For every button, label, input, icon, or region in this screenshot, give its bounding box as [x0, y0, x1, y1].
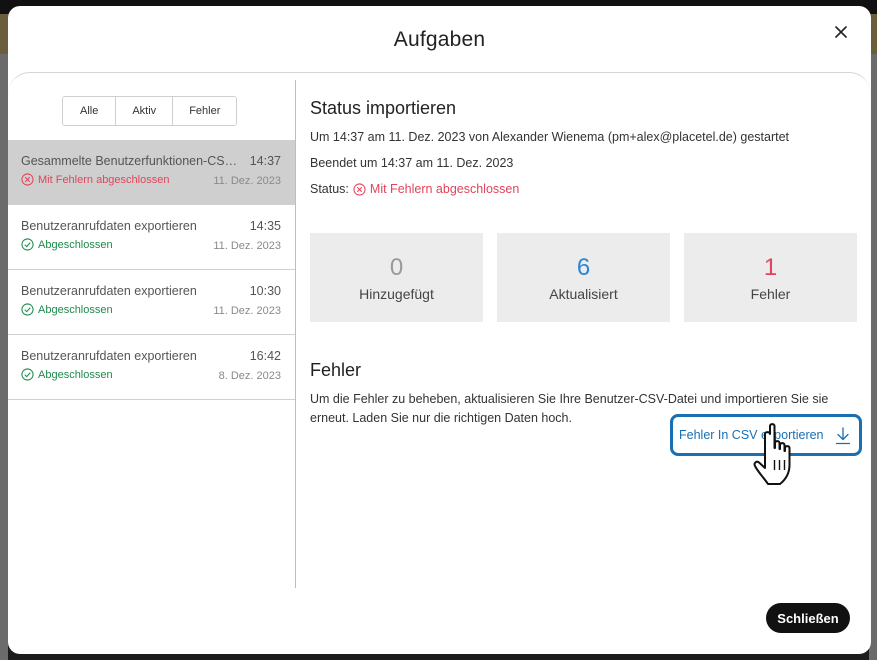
task-name: Benutzeranrufdaten exportieren: [21, 284, 197, 298]
task-list: Gesammelte Benutzerfunktionen-CSV export…: [8, 140, 295, 400]
task-name: Benutzeranrufdaten exportieren: [21, 349, 197, 363]
stat-value: 1: [763, 253, 778, 281]
filter-all-button[interactable]: Alle: [63, 97, 116, 125]
close-icon[interactable]: [829, 20, 853, 44]
check-circle-icon: [21, 238, 34, 251]
task-status: Mit Fehlern abgeschlossen: [21, 173, 169, 186]
status-value: Mit Fehlern abgeschlossen: [353, 182, 519, 196]
stat-label: Fehler: [750, 285, 791, 302]
stat-value: 0: [389, 253, 404, 281]
modal-title: Aufgaben: [393, 28, 486, 51]
status-line: Status: Mit Fehlern abgeschlossen: [310, 182, 519, 196]
task-status: Abgeschlossen: [21, 368, 113, 381]
task-status-label: Abgeschlossen: [38, 238, 113, 251]
filter-error-button[interactable]: Fehler: [172, 97, 237, 125]
check-circle-icon: [21, 303, 34, 316]
task-item[interactable]: Benutzeranrufdaten exportieren 14:35 Abg…: [8, 205, 295, 270]
task-date: 8. Dez. 2023: [218, 370, 281, 382]
detail-title: Status importieren: [310, 98, 457, 118]
task-status: Abgeschlossen: [21, 303, 113, 316]
filter-segmented-control: Alle Aktiv Fehler: [62, 96, 238, 126]
ended-text: Beendet um 14:37 am 11. Dez. 2023: [310, 156, 514, 170]
stat-updated: 6 Aktualisiert: [497, 233, 670, 322]
task-status-label: Abgeschlossen: [38, 303, 113, 316]
stat-label: Aktualisiert: [549, 285, 618, 302]
stat-added: 0 Hinzugefügt: [310, 233, 483, 322]
stats-row: 0 Hinzugefügt 6 Aktualisiert 1 Fehler: [310, 233, 857, 322]
hand-pointer-cursor-icon: [753, 423, 791, 485]
backdrop-left: [0, 54, 8, 660]
task-date: 11. Dez. 2023: [213, 175, 281, 187]
task-item[interactable]: Benutzeranrufdaten exportieren 10:30 Abg…: [8, 270, 295, 335]
task-time: 14:35: [249, 219, 281, 233]
started-text: Um 14:37 am 11. Dez. 2023 von Alexander …: [310, 130, 790, 144]
close-button[interactable]: Schließen: [766, 603, 850, 633]
error-circle-icon: [353, 182, 366, 196]
task-date: 11. Dez. 2023: [213, 240, 281, 252]
task-item[interactable]: Gesammelte Benutzerfunktionen-CSV export…: [8, 140, 295, 205]
task-time: 14:37: [249, 154, 281, 168]
filter-active-button[interactable]: Aktiv: [115, 97, 173, 125]
task-name: Benutzeranrufdaten exportieren: [21, 219, 197, 233]
status-label: Status:: [310, 182, 349, 196]
task-status-label: Mit Fehlern abgeschlossen: [38, 173, 170, 186]
task-status: Abgeschlossen: [21, 238, 113, 251]
task-time: 16:42: [249, 349, 281, 363]
stat-label: Hinzugefügt: [359, 285, 434, 302]
task-status-label: Abgeschlossen: [38, 368, 113, 381]
stat-errors: 1 Fehler: [684, 233, 857, 322]
download-icon: [835, 427, 851, 445]
check-circle-icon: [21, 368, 34, 381]
status-value-text: Mit Fehlern abgeschlossen: [369, 182, 520, 196]
stat-value: 6: [576, 253, 591, 281]
task-time: 10:30: [249, 284, 281, 298]
task-item[interactable]: Benutzeranrufdaten exportieren 16:42 Abg…: [8, 335, 295, 400]
task-list-panel: Alle Aktiv Fehler Gesammelte Benutzerfun…: [8, 80, 296, 588]
errors-title: Fehler: [310, 360, 362, 380]
task-detail-panel: Status importieren Um 14:37 am 11. Dez. …: [310, 80, 870, 580]
task-date: 11. Dez. 2023: [213, 305, 281, 317]
tasks-modal: Aufgaben Alle Aktiv Fehler Gesammelte Be…: [8, 6, 871, 654]
error-circle-icon: [21, 173, 34, 186]
task-name: Gesammelte Benutzerfunktionen-CSV export…: [21, 154, 243, 168]
